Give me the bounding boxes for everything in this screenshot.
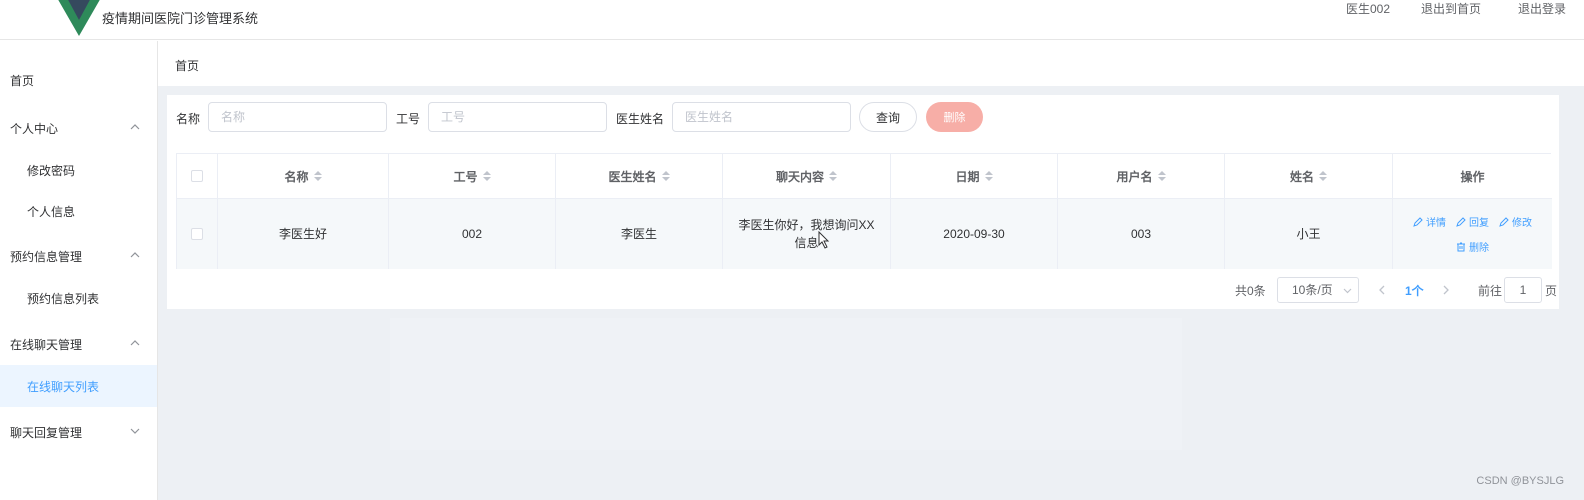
sidebar-item-label: 个人中心 [10, 121, 59, 136]
prev-page-icon[interactable] [1377, 284, 1387, 296]
select-all-checkbox[interactable] [191, 170, 203, 182]
logout-link[interactable]: 退出登录 [1518, 0, 1566, 17]
app-title: 疫情期间医院门诊管理系统 [102, 11, 259, 26]
watermark: CSDN @BYSJLG [1476, 475, 1564, 487]
delete-link[interactable]: 删除 [1456, 239, 1489, 254]
sidebar-item-appointment-list[interactable]: 预约信息列表 [0, 277, 157, 319]
row-select-cell [177, 199, 218, 269]
breadcrumb-bar: 首页 [158, 41, 1584, 86]
pagination: 共0条 10条/页 1个 前往 页 [167, 277, 1559, 303]
pagination-total: 共0条 [1235, 284, 1266, 298]
sort-icon[interactable] [661, 171, 670, 181]
chat-table: 名称 工号 医生姓名 聊天内容 日期 用户名 姓名 操作 李医生好 002 李医… [176, 153, 1552, 269]
cell-name: 李医生好 [218, 199, 389, 269]
sort-icon[interactable] [984, 171, 993, 181]
column-header-actions: 操作 [1460, 169, 1485, 184]
reply-link[interactable]: 回复 [1456, 214, 1489, 229]
sidebar-item-home[interactable]: 首页 [0, 59, 157, 101]
sort-icon[interactable] [829, 171, 837, 181]
edit-icon [1456, 216, 1466, 227]
column-header-username[interactable]: 用户名 [1058, 154, 1225, 198]
goto-label: 前往 [1478, 284, 1503, 298]
row-actions: 详情 回复 修改 删除 [1413, 214, 1532, 254]
doctor-name-label: 医生姓名 [616, 112, 665, 126]
chevron-up-icon [130, 252, 140, 258]
faded-background [390, 318, 1182, 450]
goto-page-input[interactable] [1504, 277, 1542, 303]
chevron-up-icon [130, 124, 140, 130]
sidebar-item-chat-list[interactable]: 在线聊天列表 [0, 365, 157, 407]
content-panel: 名称 工号 医生姓名 查询 删除 名称 工号 医生姓名 聊天内容 [167, 95, 1559, 309]
sidebar: 首页 个人中心 修改密码 个人信息 预约信息管理 预约信息列表 在线聊天管理 在… [0, 41, 158, 500]
job-no-label: 工号 [396, 112, 421, 126]
sidebar-item-label: 首页 [10, 73, 35, 88]
page-size-select[interactable]: 10条/页 [1277, 277, 1359, 303]
sidebar-item-label: 个人信息 [27, 204, 76, 219]
sidebar-item-appointment-management[interactable]: 预约信息管理 [0, 235, 157, 277]
column-header-real-name[interactable]: 姓名 [1225, 154, 1393, 198]
sort-icon[interactable] [482, 171, 491, 181]
sidebar-item-personal-center[interactable]: 个人中心 [0, 107, 157, 149]
trash-icon [1457, 242, 1465, 251]
cell-real-name: 小王 [1225, 199, 1393, 269]
cell-date: 2020-09-30 [891, 199, 1058, 269]
top-header: 疫情期间医院门诊管理系统 医生002 退出到首页 退出登录 [0, 0, 1584, 40]
edit-link[interactable]: 修改 [1499, 214, 1532, 229]
column-header-date[interactable]: 日期 [891, 154, 1058, 198]
next-page-icon[interactable] [1441, 284, 1451, 296]
sidebar-item-change-password[interactable]: 修改密码 [0, 149, 157, 191]
doctor-name-search-input[interactable] [672, 102, 851, 132]
job-no-search-input[interactable] [428, 102, 607, 132]
sort-icon[interactable] [1319, 171, 1327, 181]
cell-job-no: 002 [389, 199, 556, 269]
current-page[interactable]: 1个 [1405, 282, 1424, 299]
table-row[interactable]: 李医生好 002 李医生 李医生你好，我想询问XX信息 2020-09-30 0… [177, 199, 1552, 269]
vue-logo-icon [58, 0, 100, 36]
sidebar-item-reply-management[interactable]: 聊天回复管理 [0, 411, 157, 453]
batch-delete-button[interactable]: 删除 [926, 102, 983, 132]
sidebar-item-chat-management[interactable]: 在线聊天管理 [0, 323, 157, 365]
sort-icon[interactable] [313, 171, 322, 181]
detail-link[interactable]: 详情 [1413, 214, 1446, 229]
sidebar-item-label: 预约信息管理 [10, 249, 83, 264]
query-button[interactable]: 查询 [859, 102, 917, 132]
edit-icon [1413, 216, 1423, 227]
current-user: 医生002 [1345, 2, 1390, 16]
sort-icon[interactable] [1157, 171, 1166, 181]
column-header-name[interactable]: 名称 [218, 154, 389, 198]
chevron-down-icon [130, 428, 140, 434]
cell-username: 003 [1058, 199, 1225, 269]
name-label: 名称 [176, 112, 201, 126]
chevron-up-icon [130, 340, 140, 346]
sidebar-item-label: 修改密码 [27, 163, 76, 178]
sidebar-item-label: 预约信息列表 [27, 291, 100, 306]
page-suffix: 页 [1545, 284, 1558, 298]
name-search-input[interactable] [208, 102, 387, 132]
back-to-home-link[interactable]: 退出到首页 [1421, 0, 1481, 17]
chevron-down-icon [1343, 288, 1352, 294]
select-all-cell [177, 154, 218, 198]
mouse-cursor-icon [818, 231, 830, 249]
column-header-chat-content[interactable]: 聊天内容 [723, 154, 891, 198]
sidebar-item-label: 在线聊天列表 [27, 379, 100, 394]
cell-doctor-name: 李医生 [556, 199, 723, 269]
table-header-row: 名称 工号 医生姓名 聊天内容 日期 用户名 姓名 操作 [177, 154, 1552, 199]
row-checkbox[interactable] [191, 228, 203, 240]
edit-icon [1499, 216, 1509, 227]
sidebar-item-label: 在线聊天管理 [10, 337, 83, 352]
cell-chat-content: 李医生你好，我想询问XX信息 [723, 199, 891, 269]
cell-actions: 详情 回复 修改 删除 [1393, 199, 1552, 269]
sidebar-item-label: 聊天回复管理 [10, 425, 83, 440]
column-header-doctor-name[interactable]: 医生姓名 [556, 154, 723, 198]
sidebar-item-personal-info[interactable]: 个人信息 [0, 190, 157, 232]
breadcrumb[interactable]: 首页 [175, 57, 199, 74]
column-header-job-no[interactable]: 工号 [389, 154, 556, 198]
